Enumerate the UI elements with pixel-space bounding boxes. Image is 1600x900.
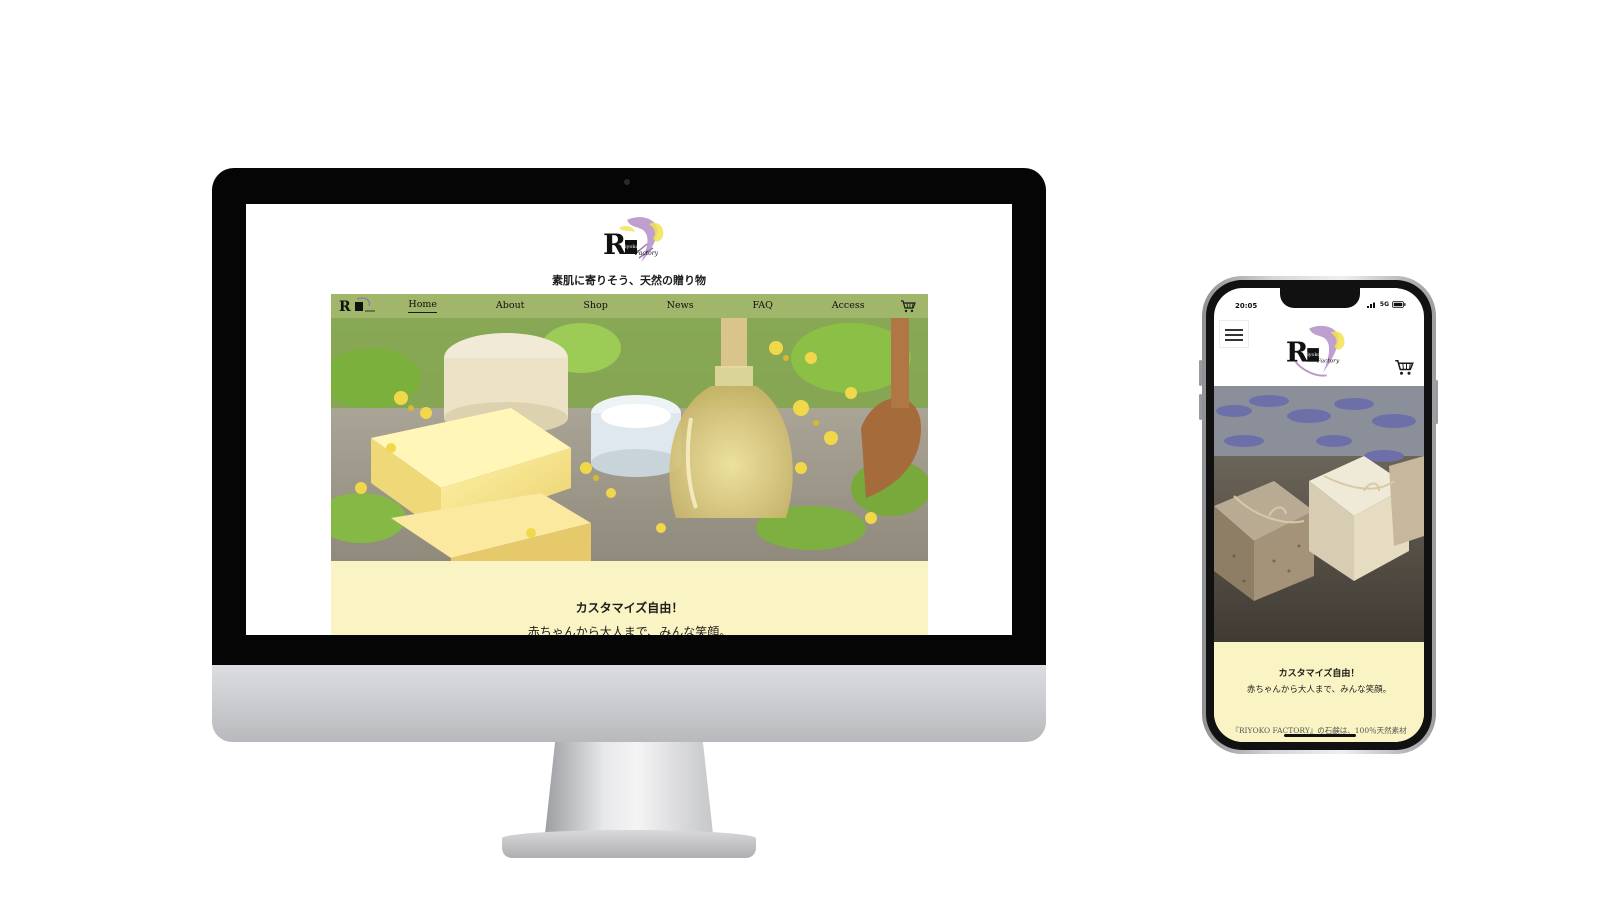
nav-menu: Home About Shop News FAQ Access	[379, 299, 900, 313]
hamburger-menu-icon[interactable]	[1219, 320, 1249, 348]
logo-word-bottom: Factory	[634, 250, 659, 257]
logo-initial: R	[603, 228, 627, 261]
battery-icon	[1392, 301, 1406, 308]
cart-icon[interactable]	[900, 299, 916, 313]
site-tagline: 素肌に寄りそう、天然の贈り物	[552, 274, 706, 287]
mockup-stage: R iyoko Factory 素肌に寄りそう、天然の贈り物 R Home Ab…	[0, 0, 1600, 900]
svg-text:R: R	[1286, 337, 1309, 369]
iphone-frame: 20:05 5G R iyoko Factory カスタマイズ自由！ 赤ちゃんか…	[1202, 276, 1436, 754]
mobile-screen: 20:05 5G R iyoko Factory カスタマイズ自由！ 赤ちゃんか…	[1214, 288, 1424, 742]
intro-section: カスタマイズ自由！ 赤ちゃんから大人まで、みんな笑顔。 『RIYOKO FACT…	[1214, 642, 1424, 742]
nav-item-about[interactable]: About	[496, 300, 525, 313]
imac-bezel: R iyoko Factory 素肌に寄りそう、天然の贈り物 R Home Ab…	[212, 168, 1046, 665]
desktop-screen: R iyoko Factory 素肌に寄りそう、天然の贈り物 R Home Ab…	[246, 204, 1012, 635]
network-label: 5G	[1379, 301, 1389, 308]
imac-foot	[502, 830, 756, 858]
nav-item-access[interactable]: Access	[832, 300, 865, 313]
intro-section: カスタマイズ自由！ 赤ちゃんから大人まで、みんな笑顔。	[331, 561, 928, 635]
intro-headline: カスタマイズ自由！	[1278, 669, 1360, 679]
svg-text:iyoko: iyoko	[1307, 352, 1320, 358]
status-bar-right: 5G	[1366, 301, 1406, 308]
desktop-nav-bar: R Home About Shop News FAQ Access	[331, 294, 928, 318]
imac-stand	[545, 742, 713, 834]
cart-icon[interactable]	[1394, 358, 1414, 376]
intro-subline: 赤ちゃんから大人まで、みんな笑顔。	[1246, 685, 1392, 695]
nav-logo[interactable]: R	[339, 296, 379, 316]
camera-icon	[624, 179, 630, 185]
iphone-bezel: 20:05 5G R iyoko Factory カスタマイズ自由！ 赤ちゃんか…	[1206, 280, 1432, 750]
nav-item-news[interactable]: News	[667, 300, 694, 313]
hero-image-lavender-soap	[1214, 386, 1424, 642]
nav-item-faq[interactable]: FAQ	[752, 300, 772, 313]
status-time: 20:05	[1235, 302, 1258, 310]
nav-item-home[interactable]: Home	[408, 299, 438, 313]
phone-notch	[1280, 288, 1360, 308]
imac-chin	[212, 665, 1046, 742]
intro-headline: カスタマイズ自由！	[575, 601, 684, 615]
signal-icon	[1366, 302, 1375, 308]
brand-logo[interactable]: R iyoko Factory	[1282, 322, 1350, 380]
nav-item-shop[interactable]: Shop	[583, 300, 607, 313]
intro-subline: 赤ちゃんから大人まで、みんな笑顔。	[527, 625, 732, 635]
svg-text:Factory: Factory	[1316, 359, 1340, 365]
home-indicator	[1284, 734, 1356, 737]
hero-image-soap-oil	[331, 318, 928, 561]
brand-logo[interactable]: R iyoko Factory	[599, 214, 669, 266]
svg-text:R: R	[339, 299, 351, 315]
